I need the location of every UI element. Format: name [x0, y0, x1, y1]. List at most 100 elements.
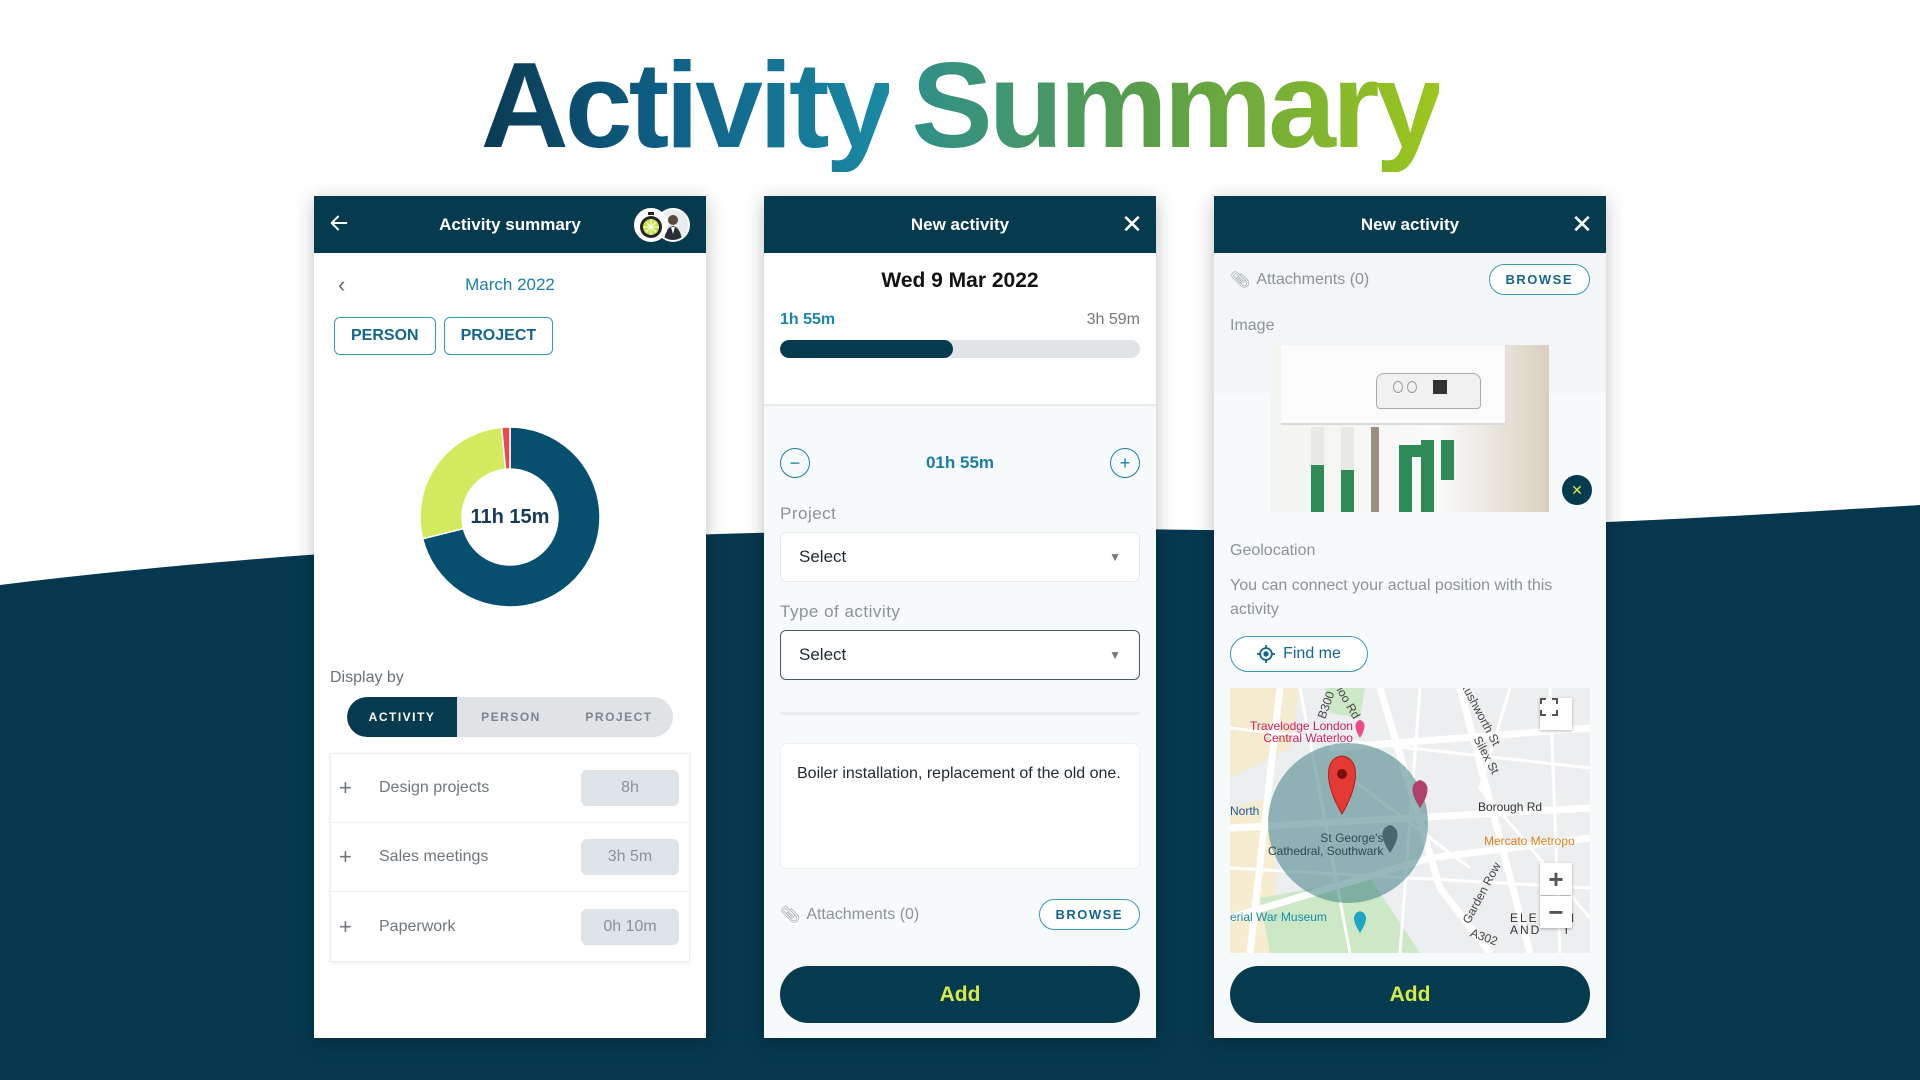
form-content: 📎︎ Attachments (0) BROWSE Image Geolocat… [1214, 264, 1606, 953]
back-button[interactable] [328, 212, 352, 236]
month-label[interactable]: March 2022 [465, 275, 555, 295]
progress-total: 3h 59m [1086, 311, 1140, 328]
hero-title: Activity Summary [0, 38, 1920, 172]
arrow-left-icon [330, 215, 348, 231]
display-by-person[interactable]: PERSON [457, 697, 565, 737]
pipe [1399, 445, 1434, 457]
fullscreen-icon [1540, 698, 1558, 716]
project-select-value: Select [799, 547, 847, 566]
attachments-row: 📎︎ Attachments (0) BROWSE [764, 899, 1156, 930]
paperclip-icon: 📎︎ [1230, 271, 1251, 289]
filter-chip-person[interactable]: PERSON [334, 317, 436, 355]
decrement-button[interactable]: − [780, 448, 810, 478]
stopwatch-icon [640, 212, 662, 238]
app-header: Activity summary [314, 196, 706, 253]
attachments-label: 📎︎ Attachments (0) [1230, 270, 1369, 290]
attachments-count: Attachments (0) [806, 905, 920, 923]
pipe [1341, 470, 1354, 512]
find-me-label: Find me [1283, 645, 1341, 662]
section-divider [780, 712, 1140, 715]
increment-button[interactable]: + [1109, 448, 1140, 478]
attached-boiler-photo [1271, 345, 1549, 512]
geolocation-label: Geolocation [1230, 542, 1316, 559]
activity-name: Paperwork [379, 917, 456, 935]
activity-summary-screen: Activity summary ‹ March 2022 PERSON PRO… [314, 196, 706, 1038]
hero-title-word-1: Activity [480, 37, 894, 173]
minus-icon: − [1548, 896, 1564, 927]
activity-row[interactable]: + Sales meetings 3h 5m [331, 823, 689, 892]
stopwatch-avatar[interactable] [634, 208, 668, 242]
pipe [1441, 440, 1454, 480]
activity-type-select[interactable]: Select ▼ [780, 630, 1140, 680]
image-label: Image [1230, 317, 1275, 334]
avatar-group[interactable] [634, 208, 692, 242]
activity-duration: 3h 5m [581, 839, 679, 875]
close-icon[interactable]: ✕ [1118, 210, 1146, 238]
boiler-control-panel [1376, 373, 1481, 409]
add-button[interactable]: Add [780, 966, 1140, 1023]
attachments-count: Attachments (0) [1256, 270, 1370, 288]
location-target-icon [1257, 645, 1276, 663]
find-me-button[interactable]: Find me [1230, 636, 1368, 672]
dropdown-caret-icon: ▼ [1109, 648, 1121, 662]
activity-type-select-value: Select [799, 645, 847, 664]
duration-value: 01h 55m [925, 453, 995, 472]
project-select[interactable]: Select ▼ [780, 532, 1140, 582]
geolocation-description: You can connect your actual position wit… [1230, 577, 1553, 618]
plus-icon: + [1119, 452, 1131, 473]
map-label-north: North [1230, 804, 1260, 818]
map-label-borough-rd: Borough Rd [1478, 800, 1543, 814]
fullscreen-button[interactable] [1540, 698, 1572, 730]
progress-current: 1h 55m [780, 311, 836, 328]
display-by-toggle: ACTIVITY PERSON PROJECT [347, 697, 673, 737]
activity-type-label: Type of activity [780, 602, 901, 621]
add-button[interactable]: Add [1230, 966, 1590, 1023]
zoom-out-button[interactable]: − [1540, 896, 1572, 928]
map-label-mercato: Mercato Metropo [1484, 834, 1575, 848]
activity-name: Design projects [379, 779, 490, 796]
duration-stepper: − 01h 55m + [764, 448, 1156, 478]
donut-center-total: 11h 15m [470, 505, 550, 528]
header-title: Activity summary [439, 214, 581, 234]
browse-button[interactable]: BROWSE [1038, 899, 1140, 930]
display-by-project[interactable]: PROJECT [565, 697, 673, 737]
close-icon[interactable]: ✕ [1568, 210, 1596, 238]
header-title: New activity [910, 214, 1010, 234]
pipe [1311, 427, 1324, 467]
filter-chip-project[interactable]: PROJECT [443, 317, 554, 355]
expand-plus-icon[interactable]: + [339, 914, 361, 940]
map-label-travelodge: Travelodge London Central Waterloo [1250, 719, 1353, 745]
pipe [1341, 427, 1354, 472]
expand-plus-icon[interactable]: + [339, 775, 361, 801]
date-section: Wed 9 Mar 2022 1h 55m 3h 59m [764, 253, 1156, 406]
donut-chart: 11h 15m [400, 407, 620, 627]
time-progress-fill [780, 340, 954, 358]
progress-labels: 1h 55m 3h 59m [764, 311, 1156, 329]
browse-button[interactable]: BROWSE [1488, 264, 1590, 295]
header-title: New activity [1360, 214, 1460, 234]
chevron-left-icon[interactable]: ‹ [338, 274, 358, 296]
activity-name: Sales meetings [379, 848, 489, 865]
notes-textarea[interactable]: Boiler installation, replacement of the … [780, 743, 1140, 869]
display-by-label: Display by [330, 669, 404, 686]
app-header: New activity ✕ [1214, 196, 1606, 253]
attachments-row: 📎︎ Attachments (0) BROWSE [1214, 264, 1606, 295]
boiler-knob [1407, 381, 1417, 393]
activity-row[interactable]: + Paperwork 0h 10m [331, 892, 689, 961]
new-activity-geolocation-screen: New activity ✕ 📎︎ Attachments (0) BROWSE… [1214, 196, 1606, 1038]
time-progress-bar [780, 340, 1140, 358]
pipe [1311, 465, 1324, 512]
paperclip-icon: 📎︎ [780, 906, 801, 924]
activity-list: + Design projects 8h + Sales meetings 3h… [330, 753, 690, 962]
expand-plus-icon[interactable]: + [339, 844, 361, 870]
zoom-in-button[interactable]: + [1540, 863, 1572, 895]
map-label-st-georges: St George's Cathedral, Southwark [1268, 831, 1384, 858]
display-by-activity[interactable]: ACTIVITY [347, 697, 457, 737]
project-label: Project [780, 504, 837, 523]
remove-image-button[interactable]: ✕ [1562, 475, 1592, 505]
activity-duration: 8h [581, 770, 679, 806]
app-header: New activity ✕ [764, 196, 1156, 253]
filter-chips: PERSON PROJECT [314, 317, 706, 355]
activity-row[interactable]: + Design projects 8h [331, 754, 689, 823]
location-map[interactable]: Travelodge London Central Waterloo North… [1230, 688, 1590, 953]
